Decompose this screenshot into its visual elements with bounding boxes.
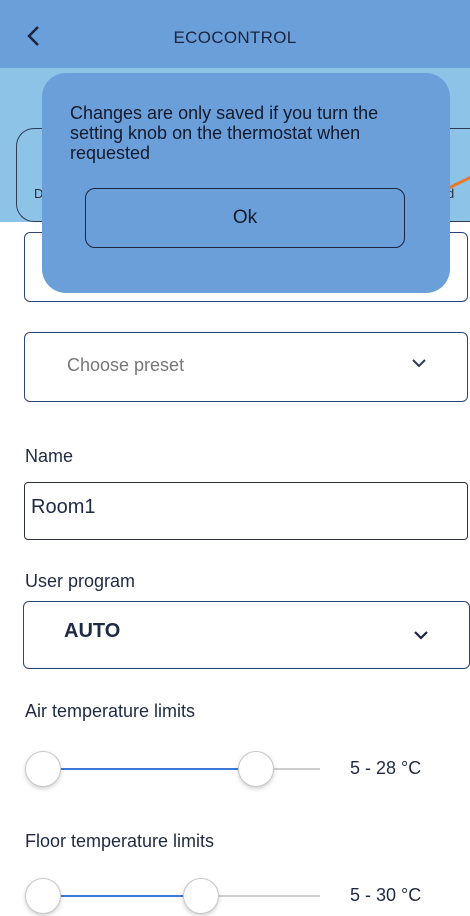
slider-max-handle[interactable]	[238, 751, 274, 787]
floor-range-value: 5 - 30 °C	[350, 885, 422, 905]
slider-min-handle[interactable]	[25, 751, 61, 787]
slider-active-track	[42, 768, 255, 770]
dialog-message: Changes are only saved if you turn the s…	[70, 103, 379, 163]
floor-limits-label: Floor temperature limits	[25, 831, 215, 851]
name-input[interactable]: Room1	[24, 482, 468, 540]
name-value: Room1	[31, 496, 96, 518]
preset-dropdown[interactable]: Choose preset	[24, 332, 468, 402]
ok-button[interactable]: Ok	[85, 188, 405, 248]
preset-placeholder: Choose preset	[67, 355, 185, 375]
slider-active-track	[42, 895, 200, 897]
page-title: ECOCONTROL	[173, 28, 297, 47]
user-program-value: AUTO	[64, 620, 121, 642]
chevron-down-icon	[412, 359, 426, 368]
floor-temperature-slider[interactable]	[25, 876, 335, 916]
save-notice-dialog: Changes are only saved if you turn the s…	[42, 73, 450, 293]
chevron-down-icon	[414, 631, 428, 640]
app-header: ECOCONTROL	[0, 0, 470, 68]
air-range-value: 5 - 28 °C	[350, 758, 422, 778]
air-temperature-slider[interactable]	[25, 749, 335, 789]
air-limits-label: Air temperature limits	[25, 701, 196, 721]
user-program-label: User program	[25, 571, 136, 591]
name-label: Name	[25, 446, 74, 466]
user-program-dropdown[interactable]: AUTO	[23, 601, 470, 669]
